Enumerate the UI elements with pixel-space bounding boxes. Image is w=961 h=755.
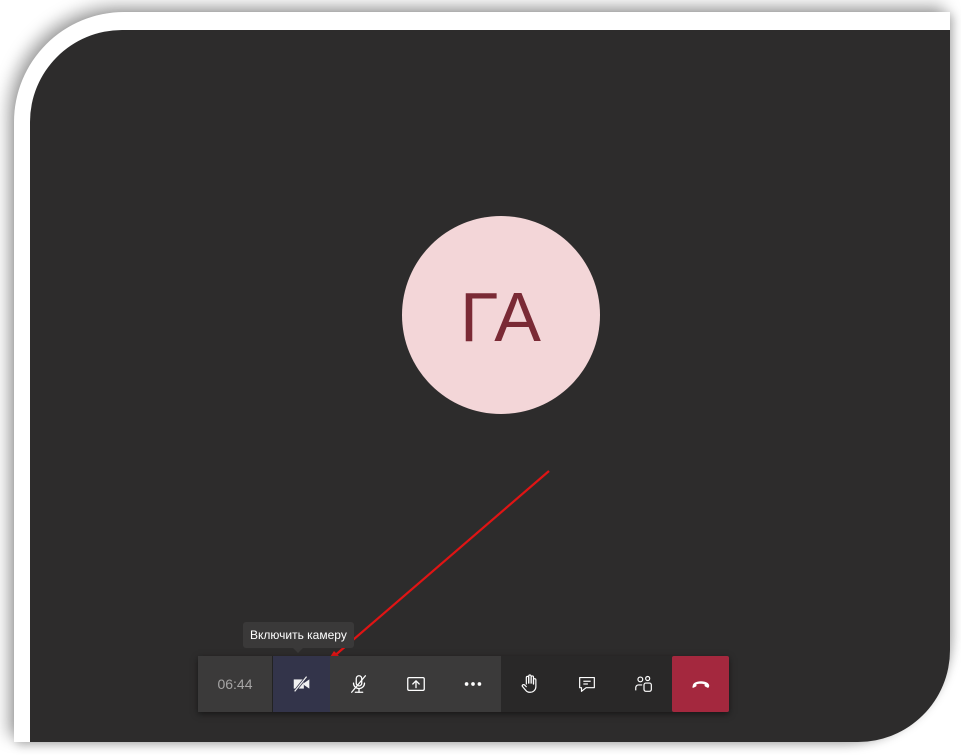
participant-avatar: ГА	[402, 216, 600, 414]
more-actions-button[interactable]	[444, 656, 501, 712]
raise-hand-icon	[521, 674, 536, 693]
mic-off-icon	[350, 675, 366, 693]
video-off-icon	[293, 675, 309, 693]
more-dots-icon	[464, 682, 481, 686]
hang-up-button[interactable]	[672, 656, 729, 712]
participants-icon	[634, 675, 652, 692]
call-stage: ГА Включить камеру 06:44	[30, 30, 950, 742]
chat-button[interactable]	[558, 656, 615, 712]
toolbar-main-group: 06:44	[198, 656, 501, 712]
screenshot-stage: ГА Включить камеру 06:44	[0, 0, 961, 755]
camera-tooltip: Включить камеру	[243, 622, 354, 653]
camera-toggle-button[interactable]	[273, 656, 330, 712]
raise-hand-button[interactable]	[501, 656, 558, 712]
share-screen-button[interactable]	[387, 656, 444, 712]
call-toolbar: 06:44	[198, 656, 729, 712]
toolbar-side-group	[501, 656, 729, 712]
hang-up-icon	[691, 681, 709, 688]
mic-toggle-button[interactable]	[330, 656, 387, 712]
call-timer: 06:44	[198, 656, 273, 712]
participants-button[interactable]	[615, 656, 672, 712]
chat-icon	[578, 676, 595, 692]
share-screen-icon	[406, 676, 425, 692]
avatar-initials: ГА	[460, 278, 542, 356]
